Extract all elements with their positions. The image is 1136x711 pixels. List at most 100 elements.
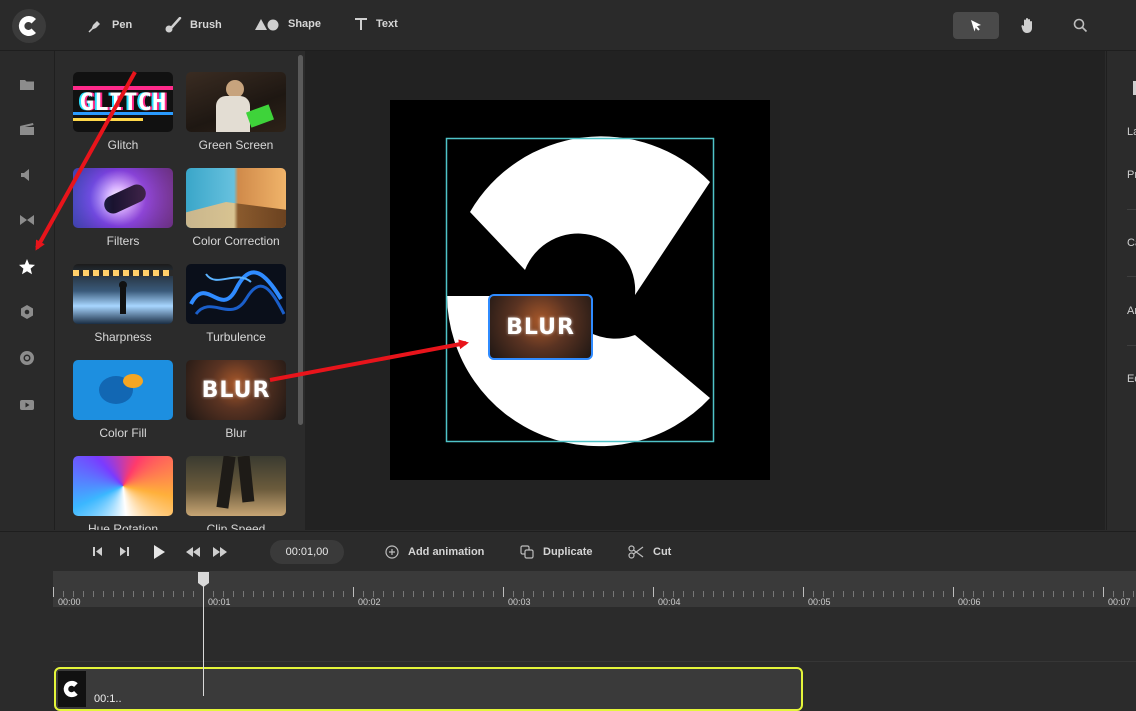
effect-label-color-correction: Color Correction xyxy=(192,234,280,248)
rail-item-effects[interactable] xyxy=(17,257,37,277)
skip-to-start-button[interactable] xyxy=(92,546,103,557)
folder-icon xyxy=(20,79,34,90)
glitch-thumbnail: GLITCH xyxy=(73,72,173,132)
text-tool-label: Text xyxy=(376,18,398,30)
speaker-icon xyxy=(21,169,29,181)
clapperboard-icon xyxy=(20,123,34,135)
rail-item-elements[interactable] xyxy=(17,302,37,322)
timeline-track-headers xyxy=(0,571,53,696)
playhead-line xyxy=(203,586,204,696)
effect-card-turbulence[interactable]: Turbulence xyxy=(186,264,286,344)
ruler-label: 00:01 xyxy=(208,597,231,607)
add-animation-label: Add animation xyxy=(408,546,485,558)
hand-icon xyxy=(1021,18,1032,33)
pen-tool-button[interactable]: Pen xyxy=(88,17,132,33)
prop-label-4: Ar xyxy=(1127,305,1136,317)
logo-shape-top xyxy=(470,136,710,295)
effect-label-clip-speed: Clip Speed xyxy=(206,522,266,530)
hand-tool-button[interactable] xyxy=(1005,12,1051,39)
rail-item-transitions[interactable] xyxy=(17,210,37,230)
properties-panel: La Pr Ca Ar Ed xyxy=(1106,51,1136,530)
artboard[interactable]: BLUR xyxy=(390,100,770,480)
pen-icon xyxy=(88,21,100,33)
effect-card-color-correction[interactable]: Color Correction xyxy=(186,168,286,248)
search-icon xyxy=(1073,18,1087,33)
duplicate-icon xyxy=(520,545,534,559)
shape-tool-label: Shape xyxy=(288,18,322,30)
fast-forward-button[interactable] xyxy=(213,547,227,557)
timeline-clip[interactable]: 00:1.. xyxy=(54,667,803,711)
timeline-controls: 00:01,00 Add animation Duplicate Cut xyxy=(0,531,1136,572)
rewind-button[interactable] xyxy=(186,547,200,557)
effects-panel: GLITCH Glitch Green Screen Filters Color… xyxy=(55,51,304,530)
app-logo[interactable] xyxy=(12,9,46,43)
effect-label-filters: Filters xyxy=(106,234,140,248)
ruler-label: 00:03 xyxy=(508,597,531,607)
clip-speed-thumbnail xyxy=(186,456,286,516)
video-icon xyxy=(20,400,34,410)
step-forward-icon xyxy=(120,547,129,556)
record-icon xyxy=(20,351,34,365)
ruler-label: 00:07 xyxy=(1108,597,1131,607)
turbulence-art xyxy=(189,270,286,316)
skip-start-icon xyxy=(93,547,102,556)
rewind-icon xyxy=(186,547,200,557)
rail-item-video[interactable] xyxy=(17,395,37,415)
filters-thumbnail xyxy=(73,168,173,228)
turbulence-thumbnail xyxy=(186,264,286,324)
effect-card-glitch[interactable]: GLITCH Glitch xyxy=(73,72,173,152)
rail-item-audio[interactable] xyxy=(17,165,37,185)
effect-card-hue-rotation[interactable]: Hue Rotation xyxy=(73,456,173,530)
text-tool-button[interactable]: Text xyxy=(354,17,398,31)
shape-tool-button[interactable]: Shape xyxy=(254,17,321,31)
scissors-icon xyxy=(628,545,644,559)
ruler-label: 00:02 xyxy=(358,597,381,607)
timeline-ruler[interactable]: 00:00 00:01 00:02 00:03 00:04 00:05 00:0… xyxy=(53,571,1136,607)
rail-item-record[interactable] xyxy=(17,348,37,368)
ruler-label: 00:06 xyxy=(958,597,981,607)
prop-label-3: Ca xyxy=(1127,237,1136,249)
effect-label-hue-rotation: Hue Rotation xyxy=(87,522,159,530)
color-correction-thumbnail xyxy=(186,168,286,228)
effect-card-filters[interactable]: Filters xyxy=(73,168,173,248)
timecode-display[interactable]: 00:01,00 xyxy=(270,540,344,564)
star-icon xyxy=(19,259,35,275)
effect-card-clip-speed[interactable]: Clip Speed xyxy=(186,456,286,530)
effect-card-blur[interactable]: BLUR Blur xyxy=(186,360,286,440)
select-tool-button[interactable] xyxy=(953,12,999,39)
rail-item-scenes[interactable] xyxy=(17,119,37,139)
effects-scrollbar[interactable] xyxy=(298,55,303,425)
cut-button[interactable]: Cut xyxy=(628,545,671,559)
sharpness-thumbnail xyxy=(73,264,173,324)
ruler-label: 00:00 xyxy=(58,597,81,607)
select-pointer-icon xyxy=(971,19,981,31)
next-frame-button[interactable] xyxy=(119,546,130,557)
playhead-handle[interactable] xyxy=(197,571,210,588)
play-icon xyxy=(154,545,165,559)
track-divider xyxy=(53,661,1136,662)
left-nav-rail xyxy=(0,51,55,530)
rail-item-media[interactable] xyxy=(17,74,37,94)
clip-logo-icon xyxy=(63,680,78,698)
duplicate-button[interactable]: Duplicate xyxy=(520,545,593,559)
effect-label-sharpness: Sharpness xyxy=(94,330,152,344)
top-toolbar: Pen Brush Shape Text xyxy=(0,0,1136,51)
effect-label-glitch: Glitch xyxy=(107,138,139,152)
add-animation-button[interactable]: Add animation xyxy=(385,545,484,559)
effect-card-color-fill[interactable]: Color Fill xyxy=(73,360,173,440)
logo-icon xyxy=(18,15,36,36)
brush-tool-button[interactable]: Brush xyxy=(164,17,222,33)
play-button[interactable] xyxy=(152,544,166,560)
effect-card-sharpness[interactable]: Sharpness xyxy=(73,264,173,344)
transition-icon xyxy=(20,215,34,225)
blur-thumb-text: BLUR xyxy=(201,377,271,403)
hexagon-icon xyxy=(21,305,33,319)
drag-preview-text: BLUR xyxy=(506,314,575,340)
cut-label: Cut xyxy=(653,546,672,558)
prop-divider xyxy=(1127,345,1136,346)
effect-label-turbulence: Turbulence xyxy=(206,330,266,344)
text-icon xyxy=(355,18,367,30)
brush-tool-label: Brush xyxy=(190,19,222,31)
search-button[interactable] xyxy=(1057,12,1103,39)
effect-card-green-screen[interactable]: Green Screen xyxy=(186,72,286,152)
